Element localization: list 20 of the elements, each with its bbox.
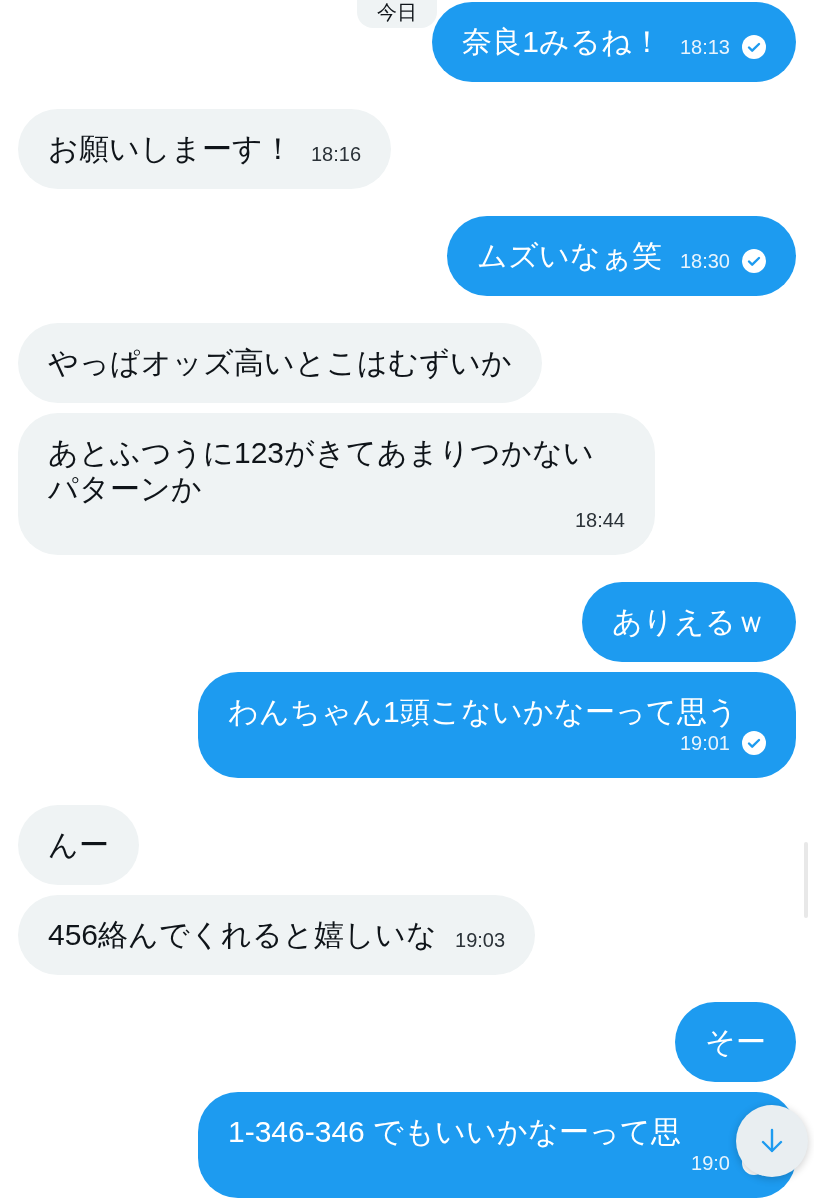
message-time: 19:01 (679, 731, 730, 756)
message-text: やっぱオッズ高いとこはむずいか (48, 345, 512, 381)
message-time: 18:44 (574, 508, 625, 533)
arrow-down-icon (760, 1128, 784, 1154)
message-text: そー (705, 1024, 766, 1060)
date-chip: 今日 (357, 0, 437, 28)
message-time: 18:13 (679, 35, 730, 60)
message-text: んー (48, 827, 109, 863)
message-text: 奈良1みるね！ (462, 24, 662, 60)
message-time: 19:0 (691, 1151, 730, 1176)
message-time: 18:30 (679, 249, 730, 274)
message-text: お願いしまーす！ (48, 131, 293, 167)
message-text: わんちゃん1頭こないかなーって思う (228, 694, 739, 730)
message-time: 19:03 (455, 928, 506, 953)
message-text: ムズいなぁ笑 (476, 238, 662, 274)
message-text: ありえるｗ (612, 604, 766, 640)
message-text: あとふつうに123がきてあまりつかないパターンか (48, 435, 596, 507)
message-text: 456絡んでくれると嬉しいな (48, 917, 438, 953)
message-time: 18:16 (311, 142, 362, 167)
message-text: 1-346-346 でもいいかなーって思 (228, 1114, 683, 1150)
